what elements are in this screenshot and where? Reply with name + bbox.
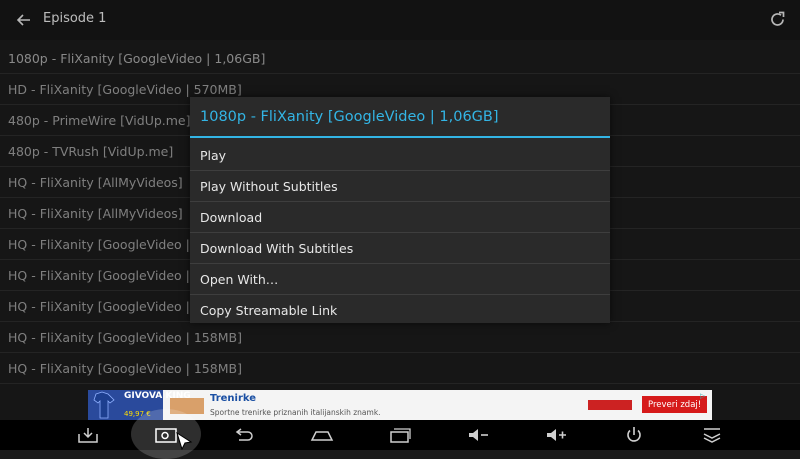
menu-item-download-with-subtitles[interactable]: Download With Subtitles xyxy=(190,233,610,264)
dialog-title: 1080p - FliXanity [GoogleVideo | 1,06GB] xyxy=(190,97,610,138)
menu-item-play[interactable]: Play xyxy=(190,140,610,171)
dialog-menu: Play Play Without Subtitles Download Dow… xyxy=(190,140,610,325)
ad-logo xyxy=(588,400,632,410)
system-nav-bar xyxy=(0,420,800,450)
ad-headline: Trenirke xyxy=(210,393,257,404)
collapse-icon[interactable] xyxy=(700,426,724,444)
ad-cta-button[interactable]: Preveri zdaj! xyxy=(642,396,708,413)
source-options-dialog: 1080p - FliXanity [GoogleVideo | 1,06GB]… xyxy=(190,97,610,323)
volume-down-icon[interactable] xyxy=(466,426,490,444)
menu-item-download[interactable]: Download xyxy=(190,202,610,233)
recent-apps-icon[interactable] xyxy=(388,426,412,444)
home-icon[interactable] xyxy=(310,426,334,444)
download-icon[interactable] xyxy=(76,426,100,444)
menu-item-open-with[interactable]: Open With… xyxy=(190,264,610,295)
volume-up-icon[interactable] xyxy=(544,426,568,444)
ad-info-icon[interactable]: ▷ xyxy=(700,392,710,402)
back-icon[interactable] xyxy=(232,426,256,444)
menu-item-play-without-subtitles[interactable]: Play Without Subtitles xyxy=(190,171,610,202)
ad-subtitle: Sportne trenirke priznanih italijanskih … xyxy=(210,408,381,417)
menu-item-copy-streamable-link[interactable]: Copy Streamable Link xyxy=(190,295,610,325)
power-icon[interactable] xyxy=(622,426,646,444)
mouse-cursor-icon xyxy=(175,431,195,451)
